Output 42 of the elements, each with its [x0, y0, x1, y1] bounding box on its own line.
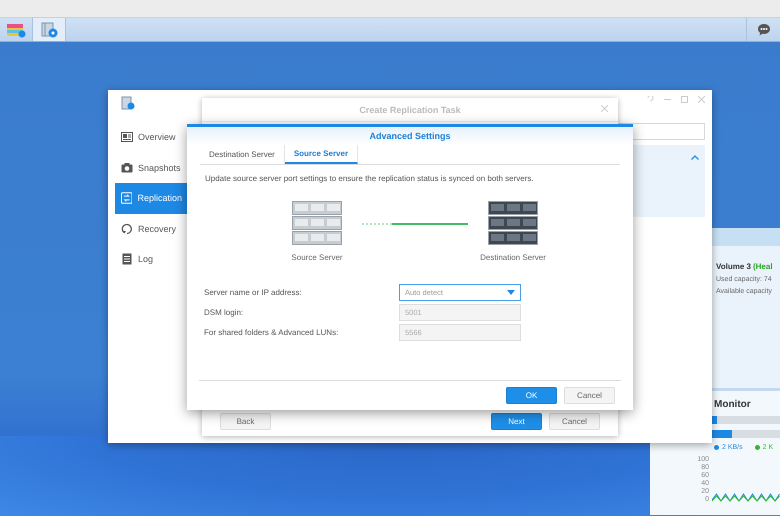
- chat-icon[interactable]: [756, 23, 770, 36]
- dialog-title: Advanced Settings: [369, 131, 451, 141]
- dropdown-arrow-icon: [507, 290, 515, 294]
- help-icon[interactable]: [647, 96, 654, 103]
- replication-icon: [121, 192, 132, 204]
- sidebar-item[interactable]: Replication: [115, 183, 188, 214]
- sidebar-item[interactable]: Recovery: [115, 214, 188, 244]
- description-text: Update source server port settings to ensure the replication status is synced on both servers.: [205, 174, 535, 183]
- next-button[interactable]: Next: [491, 413, 542, 430]
- server-icon: [292, 201, 342, 245]
- field-label: Server name or IP address:: [204, 288, 303, 296]
- app-icon[interactable]: [6, 22, 26, 38]
- dialog-title: Create Replication Task: [359, 104, 461, 114]
- server-icon: [488, 201, 538, 245]
- ok-button[interactable]: OK: [506, 387, 557, 404]
- tab[interactable]: Destination Server: [200, 145, 285, 164]
- volume-name: Volume 3: [716, 262, 751, 271]
- chevron-up-icon[interactable]: [691, 155, 699, 160]
- close-icon[interactable]: [698, 96, 705, 103]
- maximize-icon[interactable]: [681, 96, 688, 103]
- minimize-icon[interactable]: [664, 96, 671, 103]
- tab[interactable]: Source Server: [284, 145, 358, 164]
- field-label: DSM login:: [204, 308, 244, 316]
- field-label: For shared folders & Advanced LUNs:: [204, 328, 340, 336]
- circular-arrow-icon: [121, 222, 133, 235]
- server-label: Destination Server: [480, 253, 546, 262]
- cancel-button[interactable]: Cancel: [564, 387, 615, 404]
- camera-icon: [121, 162, 133, 174]
- back-button[interactable]: Back: [220, 413, 271, 430]
- document-icon: [121, 253, 133, 266]
- sparkline-drawing: [712, 493, 780, 502]
- widget-title: Monitor: [713, 399, 752, 410]
- usage-bar: [712, 430, 780, 438]
- server-label: Source Server: [291, 253, 343, 262]
- usage-bar: [712, 416, 780, 424]
- sidebar-item[interactable]: Overview: [115, 122, 188, 152]
- app-icon: [121, 96, 135, 110]
- dashboard-icon: [121, 131, 133, 144]
- volume-status: (Heal: [752, 262, 773, 271]
- app-icon[interactable]: [40, 21, 58, 38]
- cancel-button[interactable]: Cancel: [549, 413, 600, 430]
- close-icon[interactable]: [601, 105, 608, 112]
